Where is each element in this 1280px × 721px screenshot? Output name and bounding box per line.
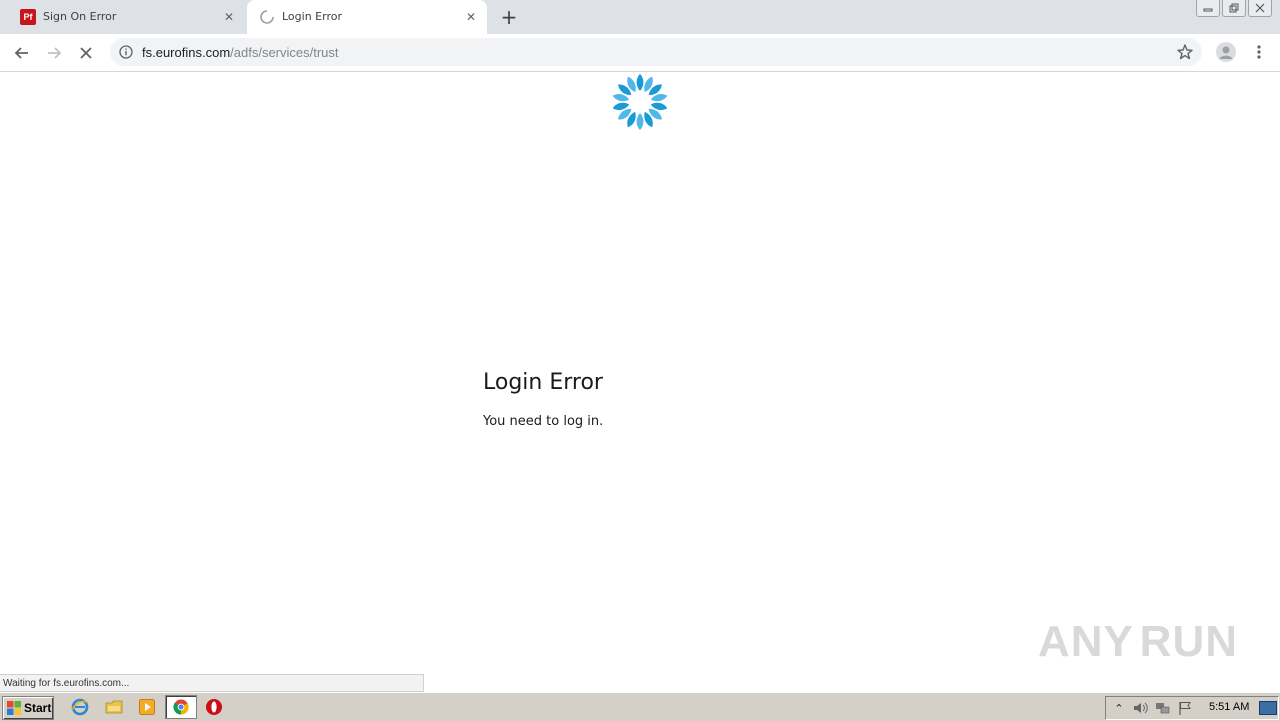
tray-expand-icon[interactable]: ⌃ <box>1110 700 1128 716</box>
tab-sign-on-error[interactable]: Pf Sign On Error ✕ <box>8 0 245 34</box>
menu-kebab-icon[interactable] <box>1250 42 1268 62</box>
browser-toolbar: fs.eurofins.com/adfs/services/trust <box>0 34 1280 72</box>
logo-center <box>629 91 651 113</box>
address-bar[interactable]: fs.eurofins.com/adfs/services/trust <box>110 38 1202 66</box>
show-desktop-icon[interactable] <box>1259 701 1277 715</box>
tab-strip: Pf Sign On Error ✕ Login Error ✕ + <box>0 0 1280 34</box>
back-arrow-icon <box>14 47 28 59</box>
back-button[interactable] <box>10 41 34 65</box>
stop-x-icon <box>80 47 92 59</box>
tab-title: Sign On Error <box>43 10 117 23</box>
url-host: fs.eurofins.com <box>142 45 231 60</box>
chrome-icon <box>173 699 189 715</box>
bookmark-star-icon[interactable] <box>1176 43 1194 61</box>
chrome-taskbar-button[interactable] <box>165 695 197 719</box>
opera-icon[interactable] <box>205 698 223 716</box>
start-label: Start <box>24 701 52 715</box>
new-tab-button[interactable]: + <box>498 5 520 29</box>
watermark-right: RUN <box>1139 617 1238 666</box>
close-window-icon <box>1255 3 1265 13</box>
tab-title: Login Error <box>282 10 342 23</box>
logo-petal <box>636 74 644 91</box>
action-center-flag-icon[interactable] <box>1176 700 1194 716</box>
anyrun-watermark: ANY RUN <box>1038 610 1238 674</box>
start-button[interactable]: Start <box>2 696 54 720</box>
ie-icon[interactable] <box>71 698 89 716</box>
close-window-button[interactable] <box>1248 0 1272 17</box>
page-content: Login Error You need to log in. Waiting … <box>0 72 1280 692</box>
explorer-icon[interactable] <box>105 698 123 716</box>
stop-loading-button[interactable] <box>74 41 98 65</box>
watermark-left: ANY <box>1038 617 1134 666</box>
forward-button[interactable] <box>42 41 66 65</box>
loading-spinner-icon <box>260 10 274 24</box>
tab-login-error[interactable]: Login Error ✕ <box>247 0 487 34</box>
pf-icon: Pf <box>20 9 36 25</box>
restore-icon <box>1229 3 1239 13</box>
restore-button[interactable] <box>1222 0 1246 17</box>
minimize-icon <box>1203 8 1213 12</box>
url-text: fs.eurofins.com/adfs/services/trust <box>142 45 339 60</box>
windows-flag-icon <box>7 701 21 715</box>
network-icon[interactable] <box>1154 700 1172 716</box>
minimize-button[interactable] <box>1196 0 1220 17</box>
window-controls <box>1196 0 1272 17</box>
play-triangle-icon <box>1136 641 1138 643</box>
page-title: Login Error <box>483 370 603 395</box>
info-icon[interactable] <box>119 45 133 59</box>
media-player-icon[interactable] <box>138 698 156 716</box>
status-bar: Waiting for fs.eurofins.com... <box>0 674 424 692</box>
error-message: You need to log in. <box>483 414 604 429</box>
url-path: /adfs/services/trust <box>230 45 339 60</box>
profile-avatar-icon[interactable] <box>1216 42 1236 62</box>
forward-arrow-icon <box>48 47 62 59</box>
system-tray: ⌃ <box>1105 696 1279 720</box>
close-icon[interactable]: ✕ <box>463 9 479 25</box>
taskbar-clock[interactable]: 5:51 AM <box>1209 701 1249 713</box>
windows-taskbar: Start ⌃ 5:51 AM <box>0 692 1280 721</box>
logo-petal <box>636 113 644 130</box>
close-icon[interactable]: ✕ <box>221 9 237 25</box>
volume-icon[interactable] <box>1132 700 1150 716</box>
person-icon <box>1219 46 1233 59</box>
eurofins-logo-icon <box>612 74 668 130</box>
